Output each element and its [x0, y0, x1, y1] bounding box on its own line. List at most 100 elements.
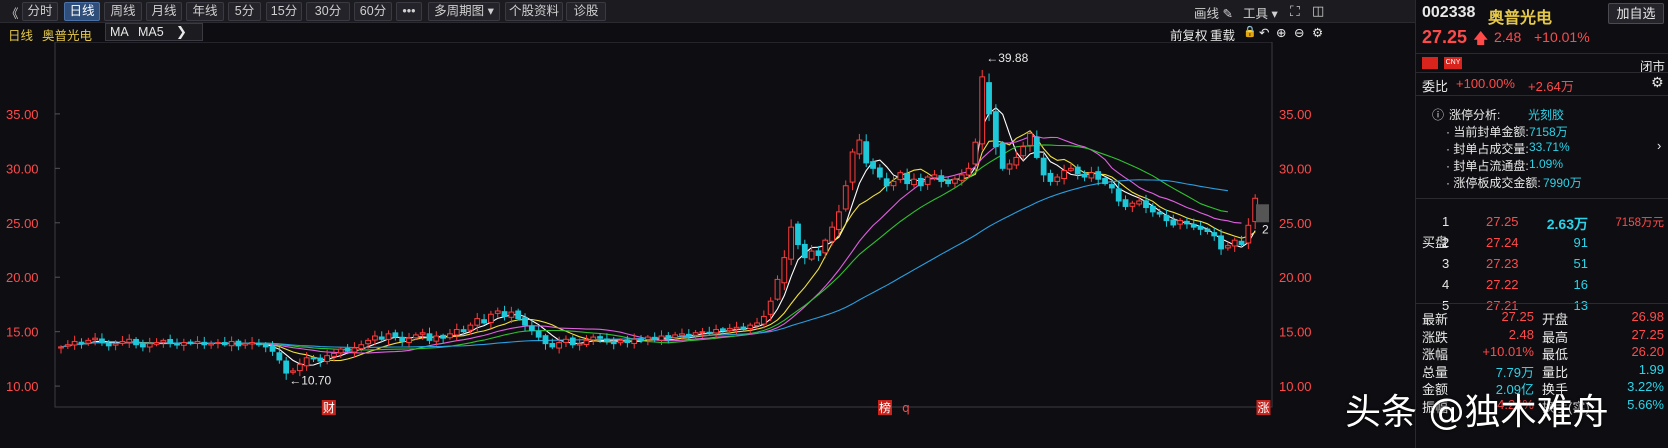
period-tab[interactable]: 日线 — [64, 2, 100, 21]
collapse-left-icon[interactable]: 《 — [6, 3, 19, 22]
zoom-in-icon[interactable]: ⊕ — [1276, 25, 1286, 40]
candle-body — [1136, 200, 1143, 205]
candle-body — [651, 336, 658, 340]
candle-body — [412, 334, 419, 339]
candle-body — [1211, 232, 1218, 237]
buy-volume: 91 — [1573, 235, 1588, 250]
candle-body — [658, 335, 665, 341]
period-tab[interactable]: 年线 — [186, 2, 224, 21]
y-tick-label-right: 30.00 — [1279, 161, 1312, 176]
candle-body — [365, 339, 371, 345]
candle-body — [160, 339, 167, 343]
candle-body — [726, 327, 733, 332]
candle-body — [610, 341, 617, 345]
candle-body — [481, 319, 487, 324]
buy-amount: 7158万元 — [1615, 217, 1664, 229]
period-tab[interactable]: 个股资料 — [505, 2, 563, 21]
window-toggle-icon[interactable]: ◫ — [1312, 3, 1324, 19]
undo-icon[interactable]: ↶ — [1259, 25, 1269, 40]
period-tab[interactable]: 5分 — [228, 2, 261, 21]
candle-body — [624, 339, 631, 344]
period-tab[interactable]: 分时 — [22, 2, 58, 21]
lock-icon[interactable]: 🔒 — [1243, 25, 1257, 38]
candle-body — [1006, 163, 1013, 170]
zoom-out-icon[interactable]: ⊖ — [1294, 25, 1304, 40]
period-tab[interactable]: 多周期图 ▾ — [428, 2, 500, 21]
candle-body — [460, 329, 467, 333]
settings-icon[interactable]: ⚙ — [1312, 25, 1323, 40]
candle-body — [358, 344, 365, 350]
period-tab[interactable]: 15分 — [266, 2, 302, 21]
candle-body — [590, 336, 597, 341]
period-tab[interactable]: 60分 — [354, 2, 392, 21]
candle-body — [406, 337, 412, 343]
candle-body — [870, 161, 876, 169]
candle-body — [781, 257, 788, 284]
buy-volume: 16 — [1573, 277, 1588, 292]
candle-body — [972, 141, 979, 165]
candle-body — [1156, 211, 1163, 215]
candle-body — [897, 172, 904, 181]
chevron-right-icon[interactable]: ❯ — [176, 24, 187, 40]
candle-body — [685, 333, 692, 337]
period-tab[interactable]: 周线 — [104, 2, 142, 21]
weibi-pct: +100.00% — [1456, 76, 1515, 91]
kline-chart[interactable]: 35.00 35.00 30.00 30.00 25.00 25.00 20.00 20.00… — [0, 42, 1415, 448]
period-tab[interactable]: 诊股 — [566, 2, 606, 21]
candle-body — [255, 342, 262, 346]
candle-body — [904, 172, 911, 185]
ma-selector[interactable]: MA MA5 ❯ — [105, 23, 203, 41]
tools-menu[interactable]: 工具 ▾ — [1243, 3, 1278, 22]
candle-body — [344, 347, 351, 352]
candle-body — [1177, 220, 1184, 225]
candle-body — [829, 226, 835, 242]
stat-label: 最新 — [1422, 312, 1449, 327]
candle-body — [371, 335, 378, 341]
stat-label: 涨幅 — [1422, 347, 1449, 362]
candle-body — [692, 332, 699, 336]
candle-body — [64, 344, 71, 347]
candle-body — [1245, 224, 1252, 244]
candle-body — [303, 357, 310, 367]
candle-body — [187, 341, 194, 345]
buy-level: 4 — [1442, 277, 1450, 292]
candle-body — [924, 176, 931, 185]
stat-label: 最低 — [1542, 347, 1569, 362]
candle-body — [1238, 240, 1245, 246]
candle-body — [262, 343, 269, 348]
stat-value: 5.66% — [1627, 396, 1664, 412]
candle-body — [235, 340, 242, 347]
candle-body — [883, 178, 890, 187]
candle-body — [1033, 136, 1040, 158]
y-tick-label-right: 20.00 — [1279, 270, 1312, 285]
zt-concept-tag[interactable]: 光刻胶 — [1528, 106, 1564, 123]
candle-body — [385, 333, 392, 340]
candle-body — [876, 167, 883, 178]
period-tab[interactable]: ••• — [396, 2, 422, 21]
candle-body — [119, 340, 126, 344]
y-tick-label-right: 10.00 — [1279, 379, 1312, 394]
period-tab[interactable]: 月线 — [146, 2, 182, 21]
candle-body — [836, 211, 842, 230]
candle-body — [986, 82, 992, 115]
stock-name: 奥普光电 — [1488, 10, 1553, 27]
candle-body — [447, 333, 453, 339]
draw-line-button[interactable]: 画线 ✎ — [1194, 3, 1233, 22]
candle-body — [474, 318, 481, 326]
buy-level: 3 — [1442, 256, 1450, 271]
candle-body — [1040, 157, 1047, 176]
candle-body — [112, 343, 119, 346]
gear-icon[interactable]: ⚙ — [1651, 74, 1664, 91]
candle-body — [597, 336, 603, 339]
candle-body — [1184, 220, 1190, 225]
candle-body — [392, 332, 399, 338]
candle-body — [167, 339, 174, 345]
period-tab[interactable]: 30分 — [306, 2, 350, 21]
candle-body — [1102, 178, 1108, 185]
candle-body — [979, 76, 986, 145]
add-favorite-button[interactable]: 加自选 — [1608, 3, 1664, 24]
y-tick-label-left: 15.00 — [6, 325, 39, 340]
chevron-right-icon[interactable]: › — [1657, 138, 1661, 153]
candle-body — [296, 363, 303, 372]
fullscreen-icon[interactable]: ⛶ — [1290, 3, 1300, 20]
